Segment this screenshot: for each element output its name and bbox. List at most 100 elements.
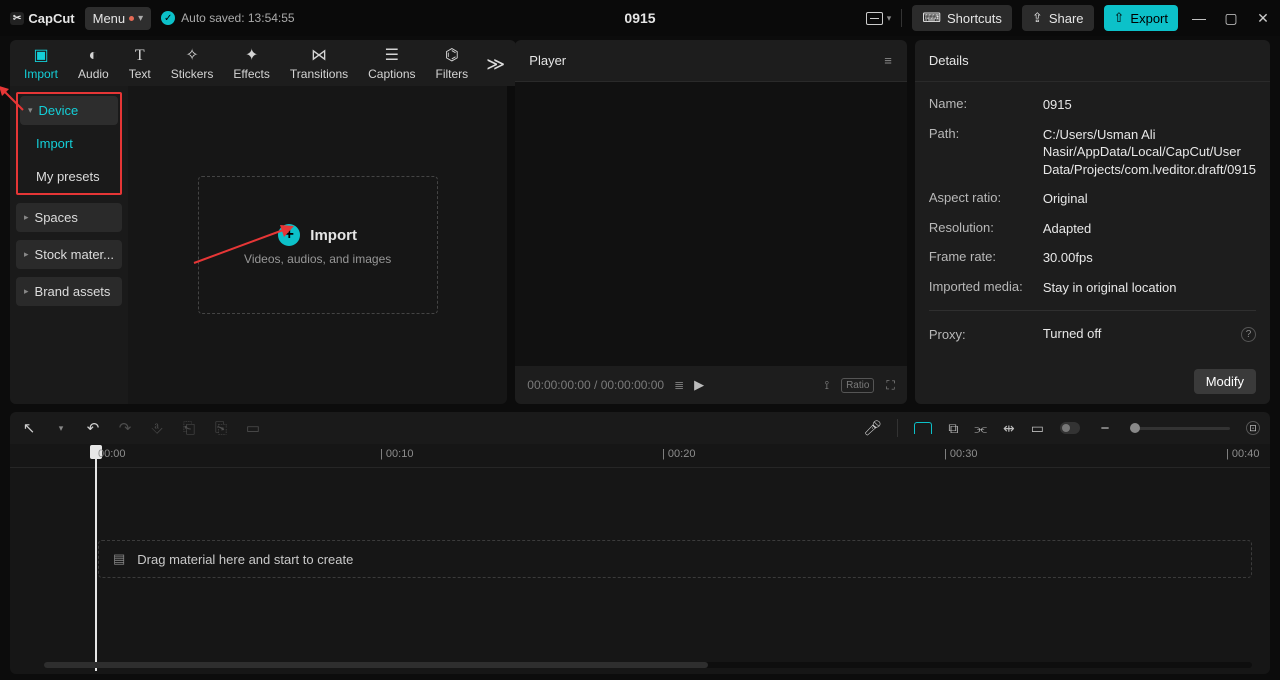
title-bar: ✂ CapCut Menu ▾ ✓ Auto saved: 13:54:55 0… <box>0 0 1280 36</box>
detail-label-resolution: Resolution: <box>929 220 1029 238</box>
sidebar-item-import[interactable]: Import <box>20 129 118 158</box>
tab-stickers[interactable]: ✧ Stickers <box>161 45 224 83</box>
timeline-scrollbar[interactable] <box>44 662 1252 668</box>
player-viewport[interactable] <box>515 82 907 366</box>
ratio-badge[interactable]: Ratio <box>841 378 874 393</box>
tab-text[interactable]: T Text <box>119 45 161 83</box>
import-subtitle: Videos, audios, and images <box>244 252 391 266</box>
logo-icon: ✂ <box>10 12 24 25</box>
undo-icon[interactable]: ↶ <box>84 419 102 437</box>
detail-label-framerate: Frame rate: <box>929 249 1029 267</box>
detail-label-path: Path: <box>929 126 1029 179</box>
detail-label-proxy: Proxy: <box>929 327 1029 342</box>
player-header: Player ≡ <box>515 40 907 82</box>
minimize-icon[interactable]: — <box>1188 10 1210 26</box>
captions-icon: ☰ <box>385 47 399 65</box>
play-button[interactable]: ▶ <box>694 377 704 393</box>
split-icon[interactable]: ⎀ <box>148 420 166 437</box>
sidebar-item-device[interactable]: Device <box>20 96 118 125</box>
toggle-switch[interactable] <box>1060 422 1080 434</box>
effects-icon: ✦ <box>245 47 258 65</box>
detail-value-resolution: Adapted <box>1043 220 1256 238</box>
zoom-out-icon[interactable]: − <box>1096 420 1114 437</box>
detail-value-proxy: Turned off <box>1043 325 1102 343</box>
project-title: 0915 <box>624 10 655 26</box>
ruler-label: | 00:30 <box>944 448 977 460</box>
trim-left-icon[interactable]: ⎗ <box>180 420 198 437</box>
asset-tabs: ▣ Import ◐ Audio T Text ✧ Stickers ✦ Eff… <box>10 40 516 86</box>
fullscreen-icon[interactable]: ⛶ <box>886 378 894 393</box>
sidebar-item-my-presets[interactable]: My presets <box>20 162 118 191</box>
player-panel: Player ≡ 00:00:00:00 / 00:00:00:00 ≣ ▶ ⟟… <box>515 40 907 404</box>
import-dropzone[interactable]: + Import Videos, audios, and images <box>198 176 438 314</box>
mic-icon[interactable]: 🎤︎ <box>863 419 881 437</box>
sidebar-item-spaces[interactable]: Spaces <box>16 203 122 232</box>
close-icon[interactable]: ✕ <box>1252 10 1274 27</box>
chain-icon[interactable]: ⫘ <box>974 420 987 437</box>
align-icon[interactable]: ⇹ <box>1003 420 1015 437</box>
app-name: CapCut <box>28 11 74 26</box>
detail-value-imported: Stay in original location <box>1043 279 1256 297</box>
player-controls: 00:00:00:00 / 00:00:00:00 ≣ ▶ ⟟ Ratio ⛶ <box>515 366 907 404</box>
shortcuts-button[interactable]: ⌨ Shortcuts <box>912 5 1012 31</box>
detail-label-name: Name: <box>929 96 1029 114</box>
timeline-drop-hint[interactable]: ▤ Drag material here and start to create <box>98 540 1252 578</box>
help-icon[interactable]: ? <box>1241 327 1256 342</box>
ruler-label: | 00:20 <box>662 448 695 460</box>
tab-import[interactable]: ▣ Import <box>14 45 68 83</box>
filters-icon: ⌬ <box>445 47 459 65</box>
timeline-ruler[interactable]: 00:00 | 00:10 | 00:20 | 00:30 | 00:40 <box>10 444 1270 468</box>
chevron-down-icon[interactable]: ▾ <box>52 423 70 434</box>
tab-transitions[interactable]: ⋈ Transitions <box>280 45 358 83</box>
tab-captions[interactable]: ☰ Captions <box>358 45 425 83</box>
modify-button[interactable]: Modify <box>1194 369 1256 394</box>
tab-audio[interactable]: ◐ Audio <box>68 45 119 83</box>
detail-label-aspect: Aspect ratio: <box>929 190 1029 208</box>
details-header: Details <box>915 40 1270 82</box>
transitions-icon: ⋈ <box>311 47 327 65</box>
export-icon: ⇧ <box>1114 10 1125 26</box>
annotation-highlight: Device Import My presets <box>16 92 122 195</box>
timeline[interactable]: 00:00 | 00:10 | 00:20 | 00:30 | 00:40 ▤ … <box>10 444 1270 674</box>
text-icon: T <box>135 47 145 65</box>
media-icon: ▤ <box>113 551 125 567</box>
layout-icon[interactable] <box>866 12 883 25</box>
tab-effects[interactable]: ✦ Effects <box>223 45 279 83</box>
cursor-tool-icon[interactable]: ↖ <box>20 419 38 437</box>
trim-right-icon[interactable]: ⎘ <box>212 420 230 437</box>
player-menu-icon[interactable]: ≡ <box>884 53 893 68</box>
ruler-label: 00:00 <box>98 448 126 460</box>
export-button[interactable]: ⇧ Export <box>1104 5 1178 31</box>
details-panel: Details Name: 0915 Path: C:/Users/Usman Al… <box>915 40 1270 404</box>
redo-icon[interactable]: ↷ <box>116 419 134 437</box>
media-panel: Device Import My presets Spaces Stock ma… <box>10 86 507 404</box>
tab-filters[interactable]: ⌬ Filters <box>426 45 479 83</box>
share-icon: ⇪ <box>1032 10 1043 26</box>
app-logo: ✂ CapCut <box>10 11 75 26</box>
sidebar-item-brand[interactable]: Brand assets <box>16 277 122 306</box>
link-icon[interactable]: ⧉ <box>948 420 958 437</box>
preview-icon[interactable]: ▭ <box>1031 420 1044 437</box>
menu-dot-icon <box>129 16 134 21</box>
magnet-icon[interactable] <box>914 422 932 434</box>
stickers-icon: ✧ <box>185 47 198 65</box>
menu-button[interactable]: Menu ▾ <box>85 7 152 30</box>
audio-icon: ◐ <box>89 47 99 65</box>
detail-value-name: 0915 <box>1043 96 1256 114</box>
detail-value-framerate: 30.00fps <box>1043 249 1256 267</box>
zoom-fit-icon[interactable]: ⊡ <box>1246 421 1260 435</box>
ruler-label: | 00:10 <box>380 448 413 460</box>
share-button[interactable]: ⇪ Share <box>1022 5 1094 31</box>
scan-icon[interactable]: ⟟ <box>825 378 829 393</box>
check-icon: ✓ <box>161 11 175 25</box>
sidebar-item-stock[interactable]: Stock mater... <box>16 240 122 269</box>
chevron-down-icon[interactable]: ▾ <box>887 13 892 24</box>
tabs-more-button[interactable]: ≫ <box>478 54 513 75</box>
maximize-icon[interactable]: ▢ <box>1220 10 1242 27</box>
delete-icon[interactable]: ▭ <box>244 419 262 437</box>
media-sidebar: Device Import My presets Spaces Stock ma… <box>10 86 128 404</box>
detail-value-path: C:/Users/Usman Ali Nasir/AppData/Local/C… <box>1043 126 1256 179</box>
volume-icon[interactable]: ≣ <box>674 378 684 392</box>
zoom-slider[interactable] <box>1130 427 1230 430</box>
import-title: Import <box>310 227 357 244</box>
